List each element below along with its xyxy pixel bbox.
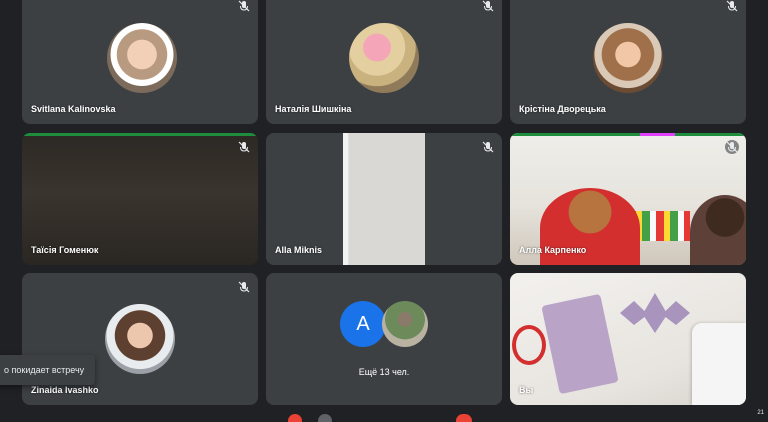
notification-toast: о покидает встречу [0,355,96,385]
participant-name: Наталія Шишкіна [275,104,352,114]
people-icon[interactable]: 21 [757,410,764,416]
avatar-letter: A [340,301,386,347]
speaking-indicator [510,133,746,136]
device [692,323,746,405]
participant-count: 21 [757,410,764,416]
participant-name: Svitlana Kalinovska [31,104,116,114]
self-tile[interactable]: Вы [510,273,746,405]
mic-off-icon [481,140,495,154]
avatar [593,23,663,93]
avatar [107,23,177,93]
mic-off-icon [725,140,739,154]
person-right [690,195,746,265]
participant-tile-alla-miknis[interactable]: Alla Miknis [266,133,502,265]
participant-name: Крістіна Дворецька [519,104,606,114]
participant-tile-zinaida[interactable]: Zinaida Ivashko [22,273,258,405]
paper-craft [541,293,619,395]
paper-bat [620,293,690,333]
participant-name: Таїсія Гоменюк [31,245,99,255]
mic-off-icon [237,140,251,154]
camera-button-icon[interactable] [318,414,332,422]
participant-tile-svitlana[interactable]: Svitlana Kalinovska [22,0,258,124]
participant-tile-natalia[interactable]: Наталія Шишкіна [266,0,502,124]
avatar [105,304,175,374]
participant-tile-taisia[interactable]: Таїсія Гоменюк [22,133,258,265]
mic-off-icon [237,0,251,13]
avatar [349,23,419,93]
avatar [382,301,428,347]
mic-off-icon [725,0,739,13]
participant-name: Алла Карпенко [519,245,587,255]
participant-tile-kristina[interactable]: Крістіна Дворецька [510,0,746,124]
bottom-control-bar [0,411,768,419]
scissors [512,325,546,365]
mic-off-icon [481,0,495,13]
participant-name: Вы [519,385,534,395]
avatar-letter-text: A [356,313,370,335]
participant-tile-alla-karpenko[interactable]: Алла Карпенко [510,133,746,265]
mic-button-icon[interactable] [288,414,302,422]
participant-name: Zinaida Ivashko [31,385,99,395]
speaking-indicator [22,133,258,136]
video-feed [343,133,425,265]
end-call-icon[interactable] [456,414,472,422]
others-tile[interactable]: A Ещё 13 чел. [266,273,502,405]
participant-name: Alla Miknis [275,245,323,255]
mic-off-icon [237,280,251,294]
others-count: Ещё 13 чел. [358,367,410,377]
